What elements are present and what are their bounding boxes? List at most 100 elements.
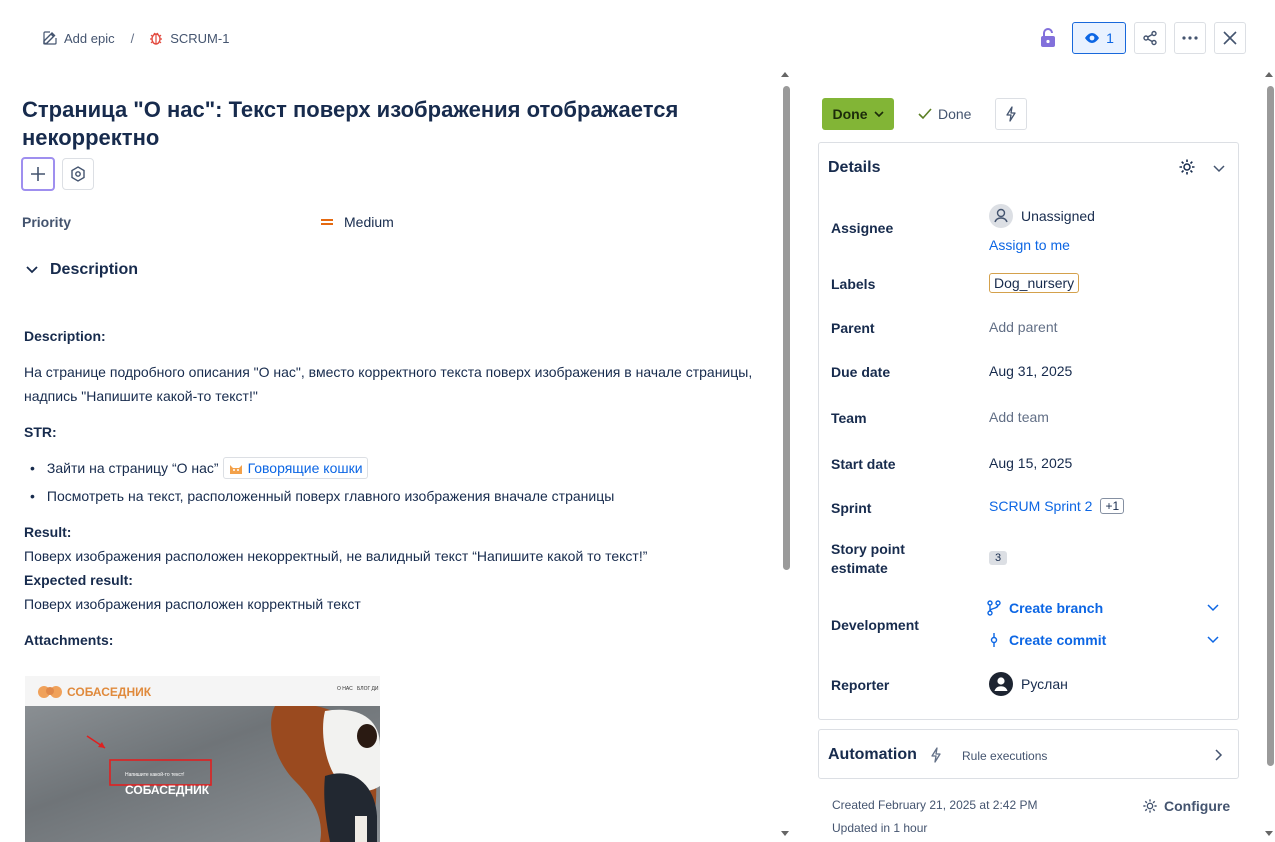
resolution-label: Done (938, 106, 972, 122)
apps-button[interactable] (62, 158, 94, 190)
parent-field[interactable]: Add parent (989, 319, 1058, 335)
smart-link[interactable]: Говорящие кошки (222, 457, 368, 479)
more-actions-button[interactable] (1174, 22, 1206, 54)
priority-field[interactable]: Medium (320, 214, 394, 230)
lightning-icon (931, 747, 941, 763)
share-icon (1143, 30, 1157, 46)
attachment-nav-2: БЛОГ ДИ (357, 686, 379, 692)
updated-date: Updated in 1 hour (832, 821, 928, 835)
expected-text: Поверх изображения расположен корректный… (24, 596, 361, 612)
story-points-label: Story point estimate (831, 541, 905, 576)
configure-button[interactable]: Configure (1142, 798, 1230, 814)
create-branch-button[interactable]: Create branch (987, 600, 1219, 616)
scroll-up-arrow[interactable] (781, 72, 789, 77)
automation-button[interactable] (995, 98, 1027, 130)
description-toggle[interactable]: Description (26, 261, 138, 279)
chevron-down-icon[interactable] (1213, 165, 1225, 173)
plus-icon (31, 167, 45, 181)
result-text: Поверх изображения расположен некорректн… (24, 548, 648, 564)
start-date-field[interactable]: Aug 15, 2025 (989, 455, 1072, 471)
eye-icon (1085, 33, 1100, 43)
main-scrollbar[interactable] (780, 72, 792, 842)
avatar-icon (989, 204, 1013, 228)
description-label: Description: (24, 328, 106, 344)
details-title: Details (828, 159, 881, 176)
lock-button[interactable] (1040, 28, 1056, 53)
check-icon (918, 108, 932, 120)
reporter-label: Reporter (831, 677, 890, 693)
attachments-label: Attachments: (24, 632, 114, 648)
issue-key-link[interactable]: SCRUM-1 (148, 30, 229, 46)
start-date-label: Start date (831, 456, 896, 472)
issue-key: SCRUM-1 (170, 30, 230, 46)
chevron-down-icon (26, 266, 38, 274)
sprint-label: Sprint (831, 500, 872, 516)
share-button[interactable] (1134, 22, 1166, 54)
watch-count: 1 (1106, 30, 1114, 46)
status-label: Done (832, 106, 868, 122)
attachment-image[interactable]: СОБАСЕДНИК О НАС БЛОГ ДИ Напишите какой-… (25, 676, 380, 842)
label-tag[interactable]: Dog_nursery (989, 273, 1080, 293)
status-dropdown[interactable]: Done (822, 98, 894, 130)
attachment-nav-1: О НАС (337, 686, 353, 692)
issue-title[interactable]: Страница "О нас": Текст поверх изображен… (22, 96, 762, 152)
attachment-logo-text: СОБАСЕДНИК (67, 685, 152, 699)
add-button[interactable] (21, 157, 55, 191)
branch-icon (987, 600, 1001, 616)
more-icon (1182, 36, 1198, 40)
watch-button[interactable]: 1 (1072, 22, 1126, 54)
add-epic-label: Add epic (64, 30, 115, 46)
commit-icon (990, 633, 998, 647)
assignee-field[interactable]: Unassigned (989, 204, 1095, 228)
story-points-field[interactable]: 3 (989, 551, 1008, 565)
sprint-more-badge[interactable]: +1 (1100, 498, 1125, 514)
reporter-field[interactable]: Руслан (989, 672, 1068, 696)
description-text: На странице подробного описания "О нас",… (24, 364, 753, 404)
chevron-right-icon (1215, 749, 1223, 761)
bug-icon (150, 32, 163, 45)
close-button[interactable] (1214, 22, 1246, 54)
gear-icon (1143, 799, 1157, 813)
create-branch-label: Create branch (1009, 600, 1104, 616)
resolution: Done (918, 106, 971, 122)
close-icon (1223, 31, 1237, 45)
create-commit-label: Create commit (1009, 632, 1107, 648)
breadcrumb-separator: / (130, 30, 135, 46)
scroll-down-arrow[interactable] (1265, 831, 1273, 836)
details-panel: Details Assignee Unassigned Assign to me… (818, 142, 1239, 720)
priority-label: Priority (22, 214, 72, 230)
labels-label: Labels (831, 276, 876, 292)
configure-label: Configure (1164, 798, 1231, 814)
breadcrumb: Add epic / SCRUM-1 (42, 28, 229, 48)
created-date: Created February 21, 2025 at 2:42 PM (832, 798, 1038, 812)
assignee-label: Assignee (831, 220, 894, 236)
scroll-down-arrow[interactable] (781, 831, 789, 836)
priority-value: Medium (344, 214, 394, 230)
sprint-link[interactable]: SCRUM Sprint 2 (989, 498, 1092, 514)
development-label: Development (831, 617, 919, 633)
str-item-1: Зайти на страницу “О нас” (46, 460, 219, 476)
dog-logo-icon (38, 686, 62, 698)
parent-label: Parent (831, 320, 875, 336)
team-field[interactable]: Add team (989, 409, 1049, 425)
scroll-thumb[interactable] (1267, 86, 1274, 766)
list-item: Посмотреть на текст, расположенный повер… (24, 484, 764, 508)
automation-panel[interactable]: Automation Rule executions (818, 729, 1239, 779)
add-epic-link[interactable]: Add epic (42, 30, 115, 46)
scroll-thumb[interactable] (783, 86, 790, 570)
gear-icon[interactable] (1178, 158, 1196, 176)
chevron-down-icon (1207, 636, 1219, 644)
attachment-photo: Напишите какой-то текст! СОБАСЕДНИК (25, 706, 380, 842)
str-label: STR: (24, 424, 57, 440)
create-commit-button[interactable]: Create commit (987, 632, 1219, 648)
due-date-field[interactable]: Aug 31, 2025 (989, 363, 1072, 379)
team-label: Team (831, 410, 867, 426)
sidebar-scrollbar[interactable] (1264, 72, 1275, 842)
chevron-down-icon (1207, 604, 1219, 612)
scroll-up-arrow[interactable] (1265, 72, 1273, 77)
attachment-overlay-big: СОБАСЕДНИК (125, 783, 210, 797)
smart-link-label: Говорящие кошки (247, 460, 363, 476)
sprint-field[interactable]: SCRUM Sprint 2 +1 (989, 498, 1125, 514)
labels-field[interactable]: Dog_nursery (989, 273, 1080, 293)
assign-to-me-link[interactable]: Assign to me (989, 237, 1070, 253)
